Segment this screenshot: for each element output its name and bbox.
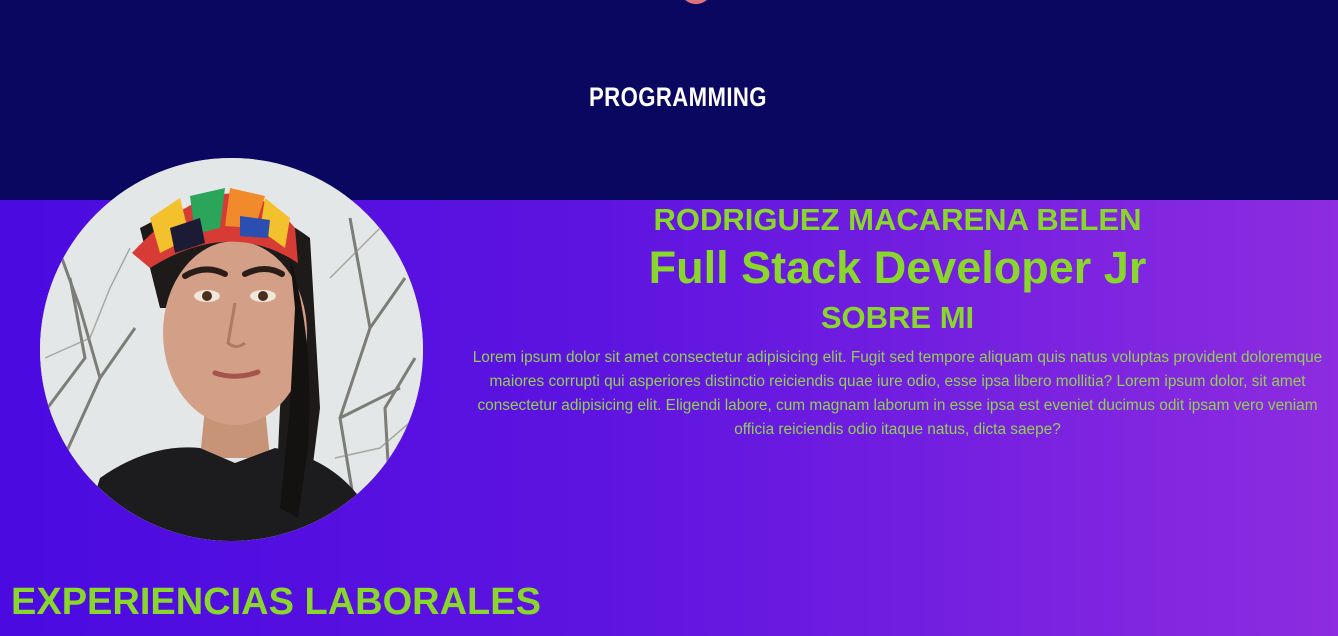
profile-photo (40, 158, 423, 541)
page: PROGRAMMING RODRIGUEZ MACARENA BELEN Ful… (0, 0, 1338, 636)
brand-title[interactable]: PROGRAMMING (589, 82, 767, 113)
experience-title: EXPERIENCIAS LABORALES (11, 581, 541, 623)
decorative-dot-icon (679, 0, 713, 4)
profile-photo-illustration (40, 158, 423, 541)
profile-role: Full Stack Developer Jr (648, 242, 1147, 293)
about-text: Lorem ipsum dolor sit amet consectetur a… (472, 349, 1323, 438)
profile-name: RODRIGUEZ MACARENA BELEN (653, 202, 1142, 237)
profile-info: RODRIGUEZ MACARENA BELEN Full Stack Deve… (470, 200, 1325, 442)
about-title: SOBRE MI (820, 300, 975, 335)
